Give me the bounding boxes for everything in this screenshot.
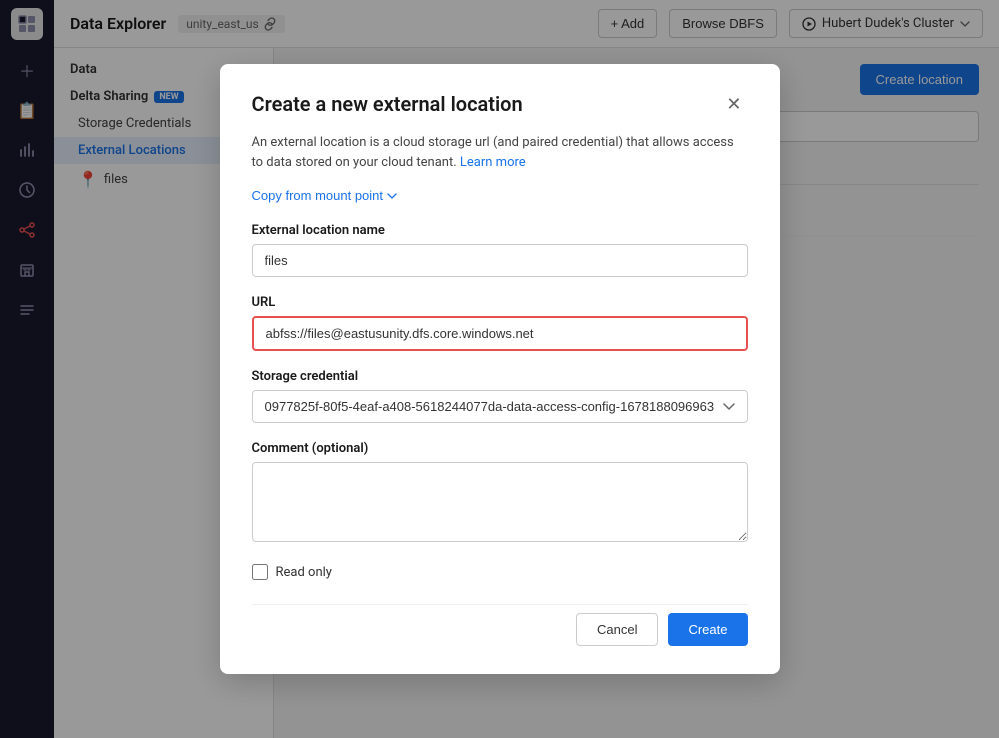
location-name-input[interactable]	[252, 244, 748, 277]
url-input[interactable]	[252, 316, 748, 351]
create-location-modal: Create a new external location ✕ An exte…	[220, 64, 780, 674]
credential-field: Storage credential 0977825f-80f5-4eaf-a4…	[252, 369, 748, 423]
comment-label: Comment (optional)	[252, 441, 748, 456]
comment-field: Comment (optional)	[252, 441, 748, 546]
readonly-row: Read only	[252, 564, 748, 580]
chevron-copy-icon	[387, 193, 397, 199]
readonly-label[interactable]: Read only	[276, 565, 332, 580]
cancel-button[interactable]: Cancel	[576, 613, 658, 646]
modal-header: Create a new external location ✕	[252, 92, 748, 117]
location-name-label: External location name	[252, 223, 748, 238]
modal-overlay[interactable]: Create a new external location ✕ An exte…	[0, 0, 999, 738]
location-name-field: External location name	[252, 223, 748, 277]
comment-textarea[interactable]	[252, 462, 748, 542]
credential-label: Storage credential	[252, 369, 748, 384]
credential-select[interactable]: 0977825f-80f5-4eaf-a408-5618244077da-dat…	[252, 390, 748, 423]
readonly-checkbox[interactable]	[252, 564, 268, 580]
copy-from-mount-button[interactable]: Copy from mount point	[252, 188, 398, 203]
url-label: URL	[252, 295, 748, 310]
url-field: URL	[252, 295, 748, 351]
modal-close-button[interactable]: ✕	[720, 92, 747, 117]
modal-footer: Cancel Create	[252, 604, 748, 646]
modal-description: An external location is a cloud storage …	[252, 133, 748, 172]
learn-more-link[interactable]: Learn more	[460, 155, 526, 170]
modal-title: Create a new external location	[252, 92, 523, 116]
create-button[interactable]: Create	[668, 613, 747, 646]
